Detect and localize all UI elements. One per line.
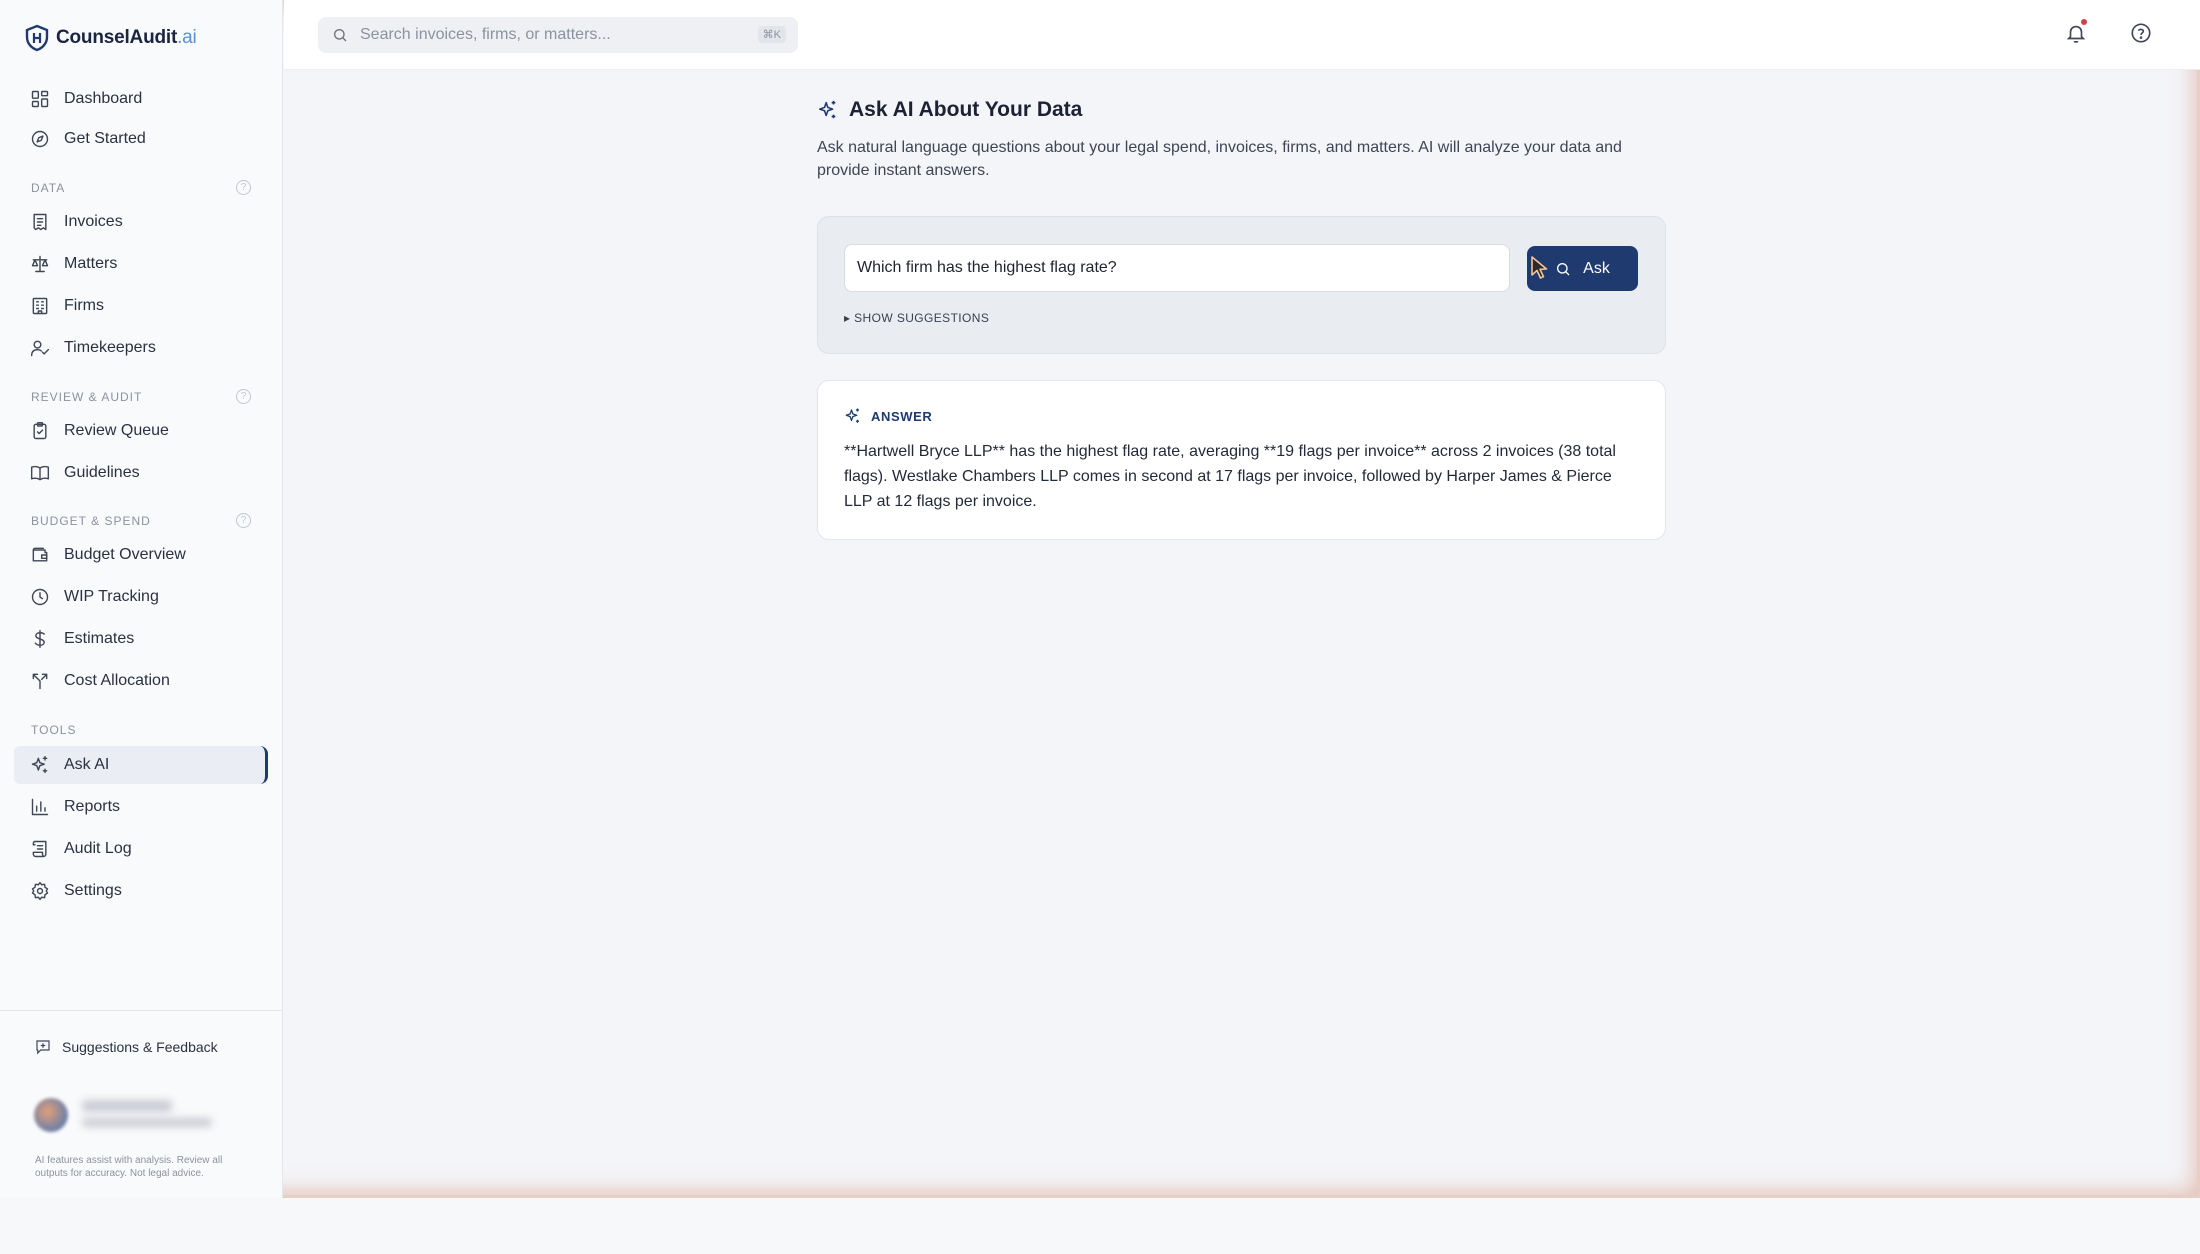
nav-dashboard[interactable]: Dashboard	[14, 80, 266, 118]
building-icon	[32, 297, 48, 315]
section-budget-title: BUDGET & SPEND	[31, 514, 151, 528]
ask-button-label: Ask	[1583, 259, 1610, 277]
brand-logo[interactable]: CounselAudit.ai	[24, 24, 197, 52]
gear-icon	[31, 881, 49, 901]
ask-panel: Ask ▸ SHOW SUGGESTIONS	[817, 216, 1666, 354]
nav-invoices[interactable]: Invoices	[14, 203, 266, 241]
show-suggestions-toggle[interactable]: ▸ SHOW SUGGESTIONS	[844, 311, 989, 325]
compass-icon	[31, 130, 49, 148]
user-email-redacted	[82, 1118, 212, 1127]
help-circle-icon	[2131, 23, 2151, 43]
bottom-margin	[0, 1198, 2200, 1254]
app-window: CounselAudit.ai Dashboard Get Started DA…	[0, 0, 2200, 1198]
nav-matters[interactable]: Matters	[14, 245, 266, 283]
clipboard-check-icon	[33, 421, 47, 440]
active-indicator	[260, 746, 268, 784]
clock-icon	[31, 588, 49, 606]
dollar-icon	[34, 629, 45, 649]
page-heading: Ask AI About Your Data	[849, 98, 1083, 121]
grid-icon	[31, 90, 49, 108]
user-clock-icon	[30, 340, 50, 357]
section-review-title: REVIEW & AUDIT	[31, 390, 143, 404]
nav-review-queue[interactable]: Review Queue	[14, 412, 266, 450]
mouse-cursor-icon	[1531, 256, 1548, 279]
bell-icon	[2066, 25, 2086, 43]
scale-icon	[31, 255, 49, 273]
section-tools-title: TOOLS	[31, 723, 77, 737]
message-plus-icon	[36, 1040, 50, 1055]
answer-header: ANSWER	[844, 407, 932, 425]
ai-disclaimer: AI features assist with analysis. Review…	[35, 1155, 223, 1179]
nav-label: Reports	[64, 798, 121, 815]
notifications-button[interactable]	[2065, 19, 2091, 48]
answer-heading: ANSWER	[871, 408, 933, 424]
avatar	[34, 1098, 68, 1132]
nav-wip-tracking[interactable]: WIP Tracking	[14, 578, 266, 616]
book-icon	[30, 465, 50, 481]
shortcut-hint: ⌘K	[757, 26, 786, 43]
bar-chart-icon	[31, 798, 49, 816]
nav-reports[interactable]: Reports	[14, 788, 266, 826]
nav-guidelines[interactable]: Guidelines	[14, 454, 266, 492]
nav-settings[interactable]: Settings	[14, 872, 266, 910]
split-icon	[32, 673, 48, 690]
page-title: Ask AI About Your Data	[817, 98, 1082, 122]
search-input[interactable]	[360, 26, 760, 44]
nav-audit-log[interactable]: Audit Log	[14, 830, 266, 868]
nav-label: WIP Tracking	[64, 588, 159, 605]
receipt-icon	[33, 213, 47, 231]
nav-cost-allocation[interactable]: Cost Allocation	[14, 662, 266, 700]
sparkles-icon	[845, 408, 859, 423]
nav-label: Dashboard	[64, 90, 143, 107]
user-profile[interactable]	[34, 1096, 244, 1136]
search-icon	[1557, 262, 1570, 275]
wallet-icon	[32, 547, 48, 562]
sparkles-icon	[31, 755, 48, 774]
brand-name: CounselAudit.ai	[56, 27, 197, 48]
nav-label: Cost Allocation	[64, 672, 170, 689]
nav-label: Estimates	[64, 630, 135, 647]
nav-label: Ask AI	[64, 756, 110, 773]
answer-text: **Hartwell Bryce LLP** has the highest f…	[844, 443, 1616, 510]
help-circle-icon[interactable]: ?	[236, 513, 251, 528]
nav-label: Timekeepers	[64, 339, 156, 356]
suggestions-feedback-link[interactable]: Suggestions & Feedback	[34, 1038, 218, 1056]
sidebar-divider	[0, 1010, 283, 1011]
feedback-label: Suggestions & Feedback	[62, 1039, 218, 1055]
nav-label: Guidelines	[64, 464, 140, 481]
nav-label: Get Started	[64, 130, 146, 147]
nav-budget-overview[interactable]: Budget Overview	[14, 536, 266, 574]
search-icon	[334, 29, 347, 42]
nav-label: Settings	[64, 882, 122, 899]
nav-firms[interactable]: Firms	[14, 287, 266, 325]
nav-label: Budget Overview	[64, 546, 186, 563]
sparkles-icon	[818, 100, 836, 119]
nav-ask-ai[interactable]: Ask AI	[14, 746, 266, 784]
nav-label: Invoices	[64, 213, 123, 230]
nav-timekeepers[interactable]: Timekeepers	[14, 329, 266, 367]
scroll-icon	[32, 840, 47, 858]
notification-dot	[2081, 19, 2087, 25]
nav-label: Review Queue	[64, 422, 169, 439]
top-bar: ⌘K	[284, 0, 2200, 70]
help-circle-icon[interactable]: ?	[236, 180, 251, 195]
help-button[interactable]	[2130, 22, 2154, 46]
section-data-title: DATA	[31, 181, 66, 195]
question-input[interactable]	[844, 244, 1510, 292]
nav-label: Firms	[64, 297, 104, 314]
nav-get-started[interactable]: Get Started	[14, 120, 266, 158]
answer-panel: ANSWER **Hartwell Bryce LLP** has the hi…	[817, 380, 1666, 540]
page-description: Ask natural language questions about you…	[817, 139, 1622, 179]
nav-label: Matters	[64, 255, 118, 272]
global-search[interactable]: ⌘K	[318, 17, 798, 53]
user-name-redacted	[82, 1100, 172, 1112]
sidebar: CounselAudit.ai Dashboard Get Started DA…	[0, 0, 283, 1198]
nav-estimates[interactable]: Estimates	[14, 620, 266, 658]
shield-logo-icon	[25, 24, 49, 52]
help-circle-icon[interactable]: ?	[236, 389, 251, 404]
nav-label: Audit Log	[64, 840, 132, 857]
